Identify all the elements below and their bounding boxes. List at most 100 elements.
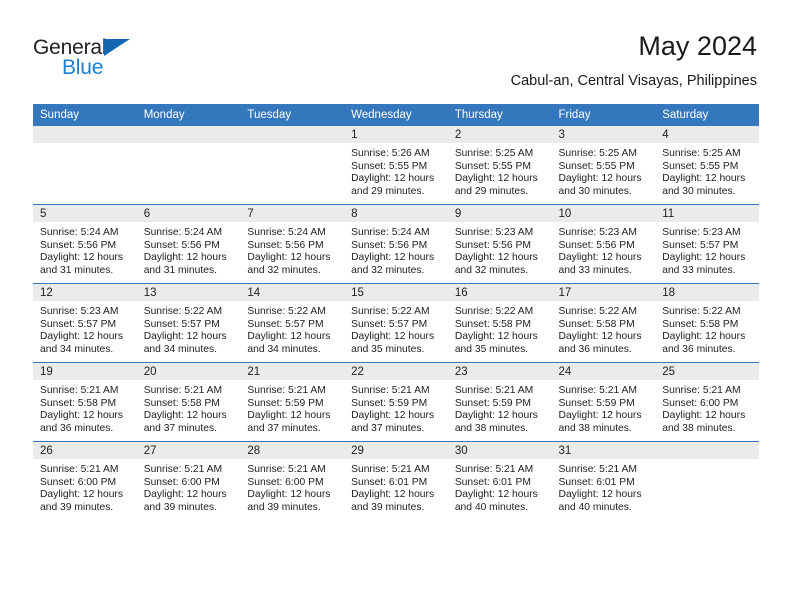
day-daylight1-line: Daylight: 12 hours xyxy=(662,331,746,343)
calendar-day-cell[interactable]: 14 Sunrise: 5:22 AM Sunset: 5:57 PM Dayligh… xyxy=(240,283,345,363)
day-sun-info: Sunrise: 5:22 AM Sunset: 5:57 PM Daylight:… xyxy=(240,301,344,356)
day-daylight1-line: Daylight: 12 hours xyxy=(351,252,435,264)
day-sun-info: Sunrise: 5:24 AM Sunset: 5:56 PM Daylight:… xyxy=(344,222,448,277)
calendar-day-cell[interactable]: 31 Sunrise: 5:21 AM Sunset: 6:01 PM Dayligh… xyxy=(551,441,656,520)
day-sunset-line: Sunset: 6:00 PM xyxy=(247,476,324,488)
calendar-day-cell[interactable]: 2 Sunrise: 5:25 AM Sunset: 5:55 PM Daylight… xyxy=(447,126,552,205)
calendar-day-cell[interactable]: 24 Sunrise: 5:21 AM Sunset: 5:59 PM Dayligh… xyxy=(551,362,656,442)
calendar-day-cell[interactable]: 3 Sunrise: 5:25 AM Sunset: 5:55 PM Daylight… xyxy=(551,126,656,205)
day-sunrise-line: Sunrise: 5:24 AM xyxy=(351,227,430,238)
day-sunset-line: Sunset: 5:57 PM xyxy=(143,318,220,330)
calendar-day-cell xyxy=(240,126,345,205)
calendar-day-cell[interactable]: 9 Sunrise: 5:23 AM Sunset: 5:56 PM Daylight… xyxy=(447,204,552,284)
day-box: 2 Sunrise: 5:25 AM Sunset: 5:55 PM Daylight… xyxy=(447,126,552,204)
day-sunset-line: Sunset: 5:58 PM xyxy=(40,397,117,409)
day-sunrise-line: Sunrise: 5:21 AM xyxy=(40,385,119,396)
calendar-day-cell[interactable]: 1 Sunrise: 5:26 AM Sunset: 5:55 PM Daylight… xyxy=(344,126,448,205)
calendar-week-row: 19 Sunrise: 5:21 AM Sunset: 5:58 PM Dayligh… xyxy=(33,362,759,442)
day-daylight2-line: and 33 minutes. xyxy=(558,264,632,276)
calendar-day-cell[interactable]: 26 Sunrise: 5:21 AM Sunset: 6:00 PM Dayligh… xyxy=(33,441,137,520)
day-sunset-line: Sunset: 5:57 PM xyxy=(351,318,428,330)
page-title: May 2024 xyxy=(638,31,757,61)
day-sunset-line: Sunset: 5:59 PM xyxy=(351,397,428,409)
day-sun-info: Sunrise: 5:21 AM Sunset: 5:59 PM Daylight:… xyxy=(344,380,448,435)
day-box: 29 Sunrise: 5:21 AM Sunset: 6:01 PM Dayligh… xyxy=(344,442,448,520)
day-sunrise-line: Sunrise: 5:22 AM xyxy=(662,306,741,317)
day-sunrise-line: Sunrise: 5:21 AM xyxy=(662,385,741,396)
day-number: 4 xyxy=(655,126,759,143)
calendar-day-cell[interactable]: 15 Sunrise: 5:22 AM Sunset: 5:57 PM Dayligh… xyxy=(344,283,448,363)
day-sunrise-line: Sunrise: 5:22 AM xyxy=(247,306,326,317)
calendar-day-cell[interactable]: 21 Sunrise: 5:21 AM Sunset: 5:59 PM Dayligh… xyxy=(240,362,345,442)
calendar-day-cell[interactable]: 23 Sunrise: 5:21 AM Sunset: 5:59 PM Dayligh… xyxy=(447,362,552,442)
calendar-day-cell[interactable]: 19 Sunrise: 5:21 AM Sunset: 5:58 PM Dayligh… xyxy=(33,362,137,442)
day-sunset-line: Sunset: 5:55 PM xyxy=(558,160,635,172)
calendar-day-cell[interactable]: 6 Sunrise: 5:24 AM Sunset: 5:56 PM Daylight… xyxy=(136,204,241,284)
day-box: 12 Sunrise: 5:23 AM Sunset: 5:57 PM Dayligh… xyxy=(33,284,137,362)
day-sun-info: Sunrise: 5:25 AM Sunset: 5:55 PM Daylight:… xyxy=(448,143,552,198)
calendar-page: General Blue May 2024 Cabul-an, Central … xyxy=(0,0,792,612)
day-box: 4 Sunrise: 5:25 AM Sunset: 5:55 PM Daylight… xyxy=(655,126,759,204)
weekday-header-wednesday: Wednesday xyxy=(344,104,448,126)
day-box: 13 Sunrise: 5:22 AM Sunset: 5:57 PM Dayligh… xyxy=(136,284,241,362)
day-sunrise-line: Sunrise: 5:21 AM xyxy=(454,464,534,475)
day-box: 20 Sunrise: 5:21 AM Sunset: 5:58 PM Dayligh… xyxy=(136,363,241,441)
calendar-day-cell[interactable]: 16 Sunrise: 5:22 AM Sunset: 5:58 PM Dayligh… xyxy=(447,283,552,363)
calendar-day-cell[interactable]: 5 Sunrise: 5:24 AM Sunset: 5:56 PM Daylight… xyxy=(33,204,137,284)
calendar-day-cell[interactable]: 10 Sunrise: 5:23 AM Sunset: 5:56 PM Dayligh… xyxy=(551,204,656,284)
day-sunrise-line: Sunrise: 5:24 AM xyxy=(143,227,223,238)
day-sunset-line: Sunset: 6:00 PM xyxy=(662,397,739,409)
day-box: 16 Sunrise: 5:22 AM Sunset: 5:58 PM Dayligh… xyxy=(447,284,552,362)
calendar-day-cell[interactable]: 11 Sunrise: 5:23 AM Sunset: 5:57 PM Dayligh… xyxy=(655,204,759,284)
calendar-day-cell[interactable]: 13 Sunrise: 5:22 AM Sunset: 5:57 PM Dayligh… xyxy=(136,283,241,363)
day-sunset-line: Sunset: 5:59 PM xyxy=(454,397,531,409)
calendar-day-cell[interactable]: 20 Sunrise: 5:21 AM Sunset: 5:58 PM Dayligh… xyxy=(136,362,241,442)
day-daylight1-line: Daylight: 12 hours xyxy=(143,331,227,343)
calendar-day-cell[interactable]: 29 Sunrise: 5:21 AM Sunset: 6:01 PM Dayligh… xyxy=(344,441,448,520)
calendar-day-cell[interactable]: 12 Sunrise: 5:23 AM Sunset: 5:57 PM Dayligh… xyxy=(33,283,137,363)
day-box: 17 Sunrise: 5:22 AM Sunset: 5:58 PM Dayligh… xyxy=(551,284,656,362)
day-number: 27 xyxy=(136,442,241,459)
calendar-day-cell[interactable]: 30 Sunrise: 5:21 AM Sunset: 6:01 PM Dayligh… xyxy=(447,441,552,520)
day-number: 8 xyxy=(344,205,448,222)
day-sun-info: Sunrise: 5:21 AM Sunset: 6:01 PM Daylight:… xyxy=(344,459,448,514)
day-sunset-line: Sunset: 5:58 PM xyxy=(558,318,635,330)
calendar-day-cell[interactable]: 28 Sunrise: 5:21 AM Sunset: 6:00 PM Dayligh… xyxy=(240,441,345,520)
day-daylight1-line: Daylight: 12 hours xyxy=(454,252,538,264)
calendar-day-cell xyxy=(33,126,137,205)
title-block: May 2024 Cabul-an, Central Visayas, Phil… xyxy=(511,30,757,91)
general-blue-logo[interactable]: General Blue xyxy=(33,36,163,88)
day-daylight2-line: and 29 minutes. xyxy=(454,185,529,197)
day-daylight2-line: and 39 minutes. xyxy=(247,501,321,513)
day-sunrise-line: Sunrise: 5:26 AM xyxy=(351,148,430,159)
day-box xyxy=(33,126,137,204)
calendar-day-cell[interactable]: 17 Sunrise: 5:22 AM Sunset: 5:58 PM Dayligh… xyxy=(551,283,656,363)
calendar-day-cell[interactable]: 7 Sunrise: 5:24 AM Sunset: 5:56 PM Daylight… xyxy=(240,204,345,284)
day-sunrise-line: Sunrise: 5:21 AM xyxy=(351,464,430,475)
day-sunset-line: Sunset: 5:55 PM xyxy=(454,160,531,172)
day-sun-info: Sunrise: 5:21 AM Sunset: 5:59 PM Daylight:… xyxy=(552,380,656,435)
day-number: 15 xyxy=(344,284,448,301)
day-sunset-line: Sunset: 5:55 PM xyxy=(662,160,739,172)
calendar-day-cell[interactable]: 27 Sunrise: 5:21 AM Sunset: 6:00 PM Dayligh… xyxy=(136,441,241,520)
day-sun-info: Sunrise: 5:23 AM Sunset: 5:56 PM Daylight:… xyxy=(552,222,656,277)
day-daylight2-line: and 30 minutes. xyxy=(558,185,632,197)
day-number: 10 xyxy=(551,205,656,222)
calendar-day-cell[interactable]: 22 Sunrise: 5:21 AM Sunset: 5:59 PM Dayligh… xyxy=(344,362,448,442)
day-sunrise-line: Sunrise: 5:21 AM xyxy=(454,385,534,396)
calendar-day-cell[interactable]: 25 Sunrise: 5:21 AM Sunset: 6:00 PM Dayligh… xyxy=(655,362,759,442)
day-sunrise-line: Sunrise: 5:24 AM xyxy=(40,227,119,238)
day-number: 13 xyxy=(136,284,241,301)
day-sunset-line: Sunset: 5:58 PM xyxy=(662,318,739,330)
day-sun-info: Sunrise: 5:23 AM Sunset: 5:56 PM Daylight:… xyxy=(448,222,552,277)
calendar-day-cell xyxy=(655,441,759,520)
day-box: 19 Sunrise: 5:21 AM Sunset: 5:58 PM Dayligh… xyxy=(33,363,137,441)
day-daylight1-line: Daylight: 12 hours xyxy=(454,489,538,501)
day-daylight1-line: Daylight: 12 hours xyxy=(558,410,642,422)
calendar-day-cell[interactable]: 4 Sunrise: 5:25 AM Sunset: 5:55 PM Daylight… xyxy=(655,126,759,205)
day-daylight1-line: Daylight: 12 hours xyxy=(351,410,435,422)
calendar-day-cell[interactable]: 8 Sunrise: 5:24 AM Sunset: 5:56 PM Daylight… xyxy=(344,204,448,284)
day-number: 11 xyxy=(655,205,759,222)
calendar-day-cell[interactable]: 18 Sunrise: 5:22 AM Sunset: 5:58 PM Dayligh… xyxy=(655,283,759,363)
day-daylight1-line: Daylight: 12 hours xyxy=(143,489,227,501)
